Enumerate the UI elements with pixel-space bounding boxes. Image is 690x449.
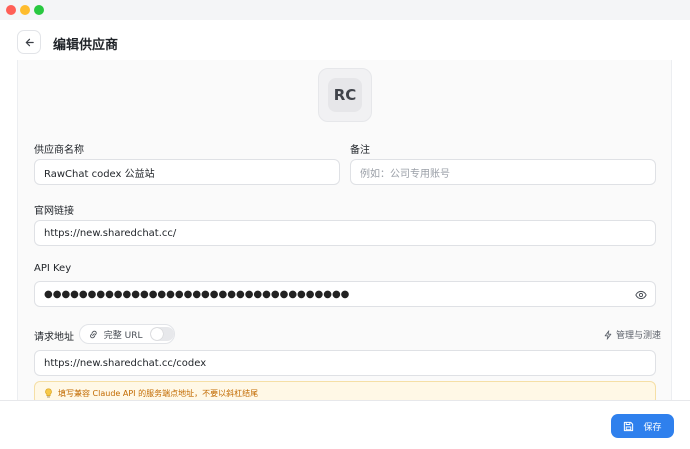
title-bar bbox=[0, 0, 690, 20]
footer-bar: 保存 bbox=[0, 400, 690, 449]
page-title: 编辑供应商 bbox=[53, 38, 119, 53]
provider-name-value: RawChat codex 公益站 bbox=[44, 168, 155, 180]
notes-input[interactable]: 例如：公司专用账号 bbox=[350, 159, 656, 185]
save-label: 保存 bbox=[643, 422, 662, 433]
page-header: 编辑供应商 bbox=[0, 20, 690, 60]
minimize-window-button[interactable] bbox=[20, 5, 30, 15]
full-url-toggle-label: 完整 URL bbox=[103, 330, 143, 341]
notes-placeholder: 例如：公司专用账号 bbox=[360, 168, 450, 180]
api-key-label: API Key bbox=[34, 263, 72, 274]
hint-text: 填写兼容 Claude API 的服务端点地址，不要以斜杠结尾 bbox=[58, 388, 259, 398]
lightbulb-icon bbox=[45, 388, 52, 398]
zoom-window-button[interactable] bbox=[34, 5, 44, 15]
save-button[interactable]: 保存 bbox=[611, 414, 674, 438]
website-input[interactable]: https://new.sharedchat.cc/ bbox=[34, 220, 656, 246]
provider-name-label: 供应商名称 bbox=[34, 145, 84, 156]
save-icon bbox=[624, 421, 634, 431]
full-url-switch[interactable] bbox=[149, 327, 174, 341]
back-button[interactable] bbox=[17, 30, 41, 54]
request-url-label: 请求地址 bbox=[34, 332, 74, 343]
close-window-button[interactable] bbox=[6, 5, 16, 15]
eye-icon[interactable] bbox=[635, 289, 647, 301]
avatar-initials: RC bbox=[328, 78, 362, 112]
website-label: 官网链接 bbox=[34, 206, 74, 217]
website-value: https://new.sharedchat.cc/ bbox=[44, 227, 177, 239]
full-url-toggle[interactable]: 完整 URL bbox=[79, 324, 175, 344]
arrow-left-icon bbox=[25, 38, 34, 46]
api-key-masked-value: ●●●●●●●●●●●●●●●●●●●●●●●●●●●●●●●●●●● bbox=[44, 288, 350, 300]
provider-name-input[interactable]: RawChat codex 公益站 bbox=[34, 159, 340, 185]
api-key-input[interactable]: ●●●●●●●●●●●●●●●●●●●●●●●●●●●●●●●●●●● bbox=[34, 281, 656, 307]
request-url-input[interactable]: https://new.sharedchat.cc/codex bbox=[34, 350, 656, 376]
provider-avatar[interactable]: RC bbox=[318, 68, 372, 122]
switch-knob bbox=[150, 328, 163, 340]
notes-label: 备注 bbox=[350, 145, 370, 156]
lightning-icon bbox=[604, 329, 612, 340]
link-icon bbox=[90, 330, 97, 338]
manage-speedtest-label: 管理与测速 bbox=[616, 331, 662, 341]
edit-provider-window: 编辑供应商 RC 供应商名称 RawChat codex 公益站 备注 例如：公… bbox=[0, 0, 690, 449]
manage-speedtest-button[interactable]: 管理与测速 bbox=[603, 328, 661, 341]
request-url-value: https://new.sharedchat.cc/codex bbox=[44, 357, 207, 369]
